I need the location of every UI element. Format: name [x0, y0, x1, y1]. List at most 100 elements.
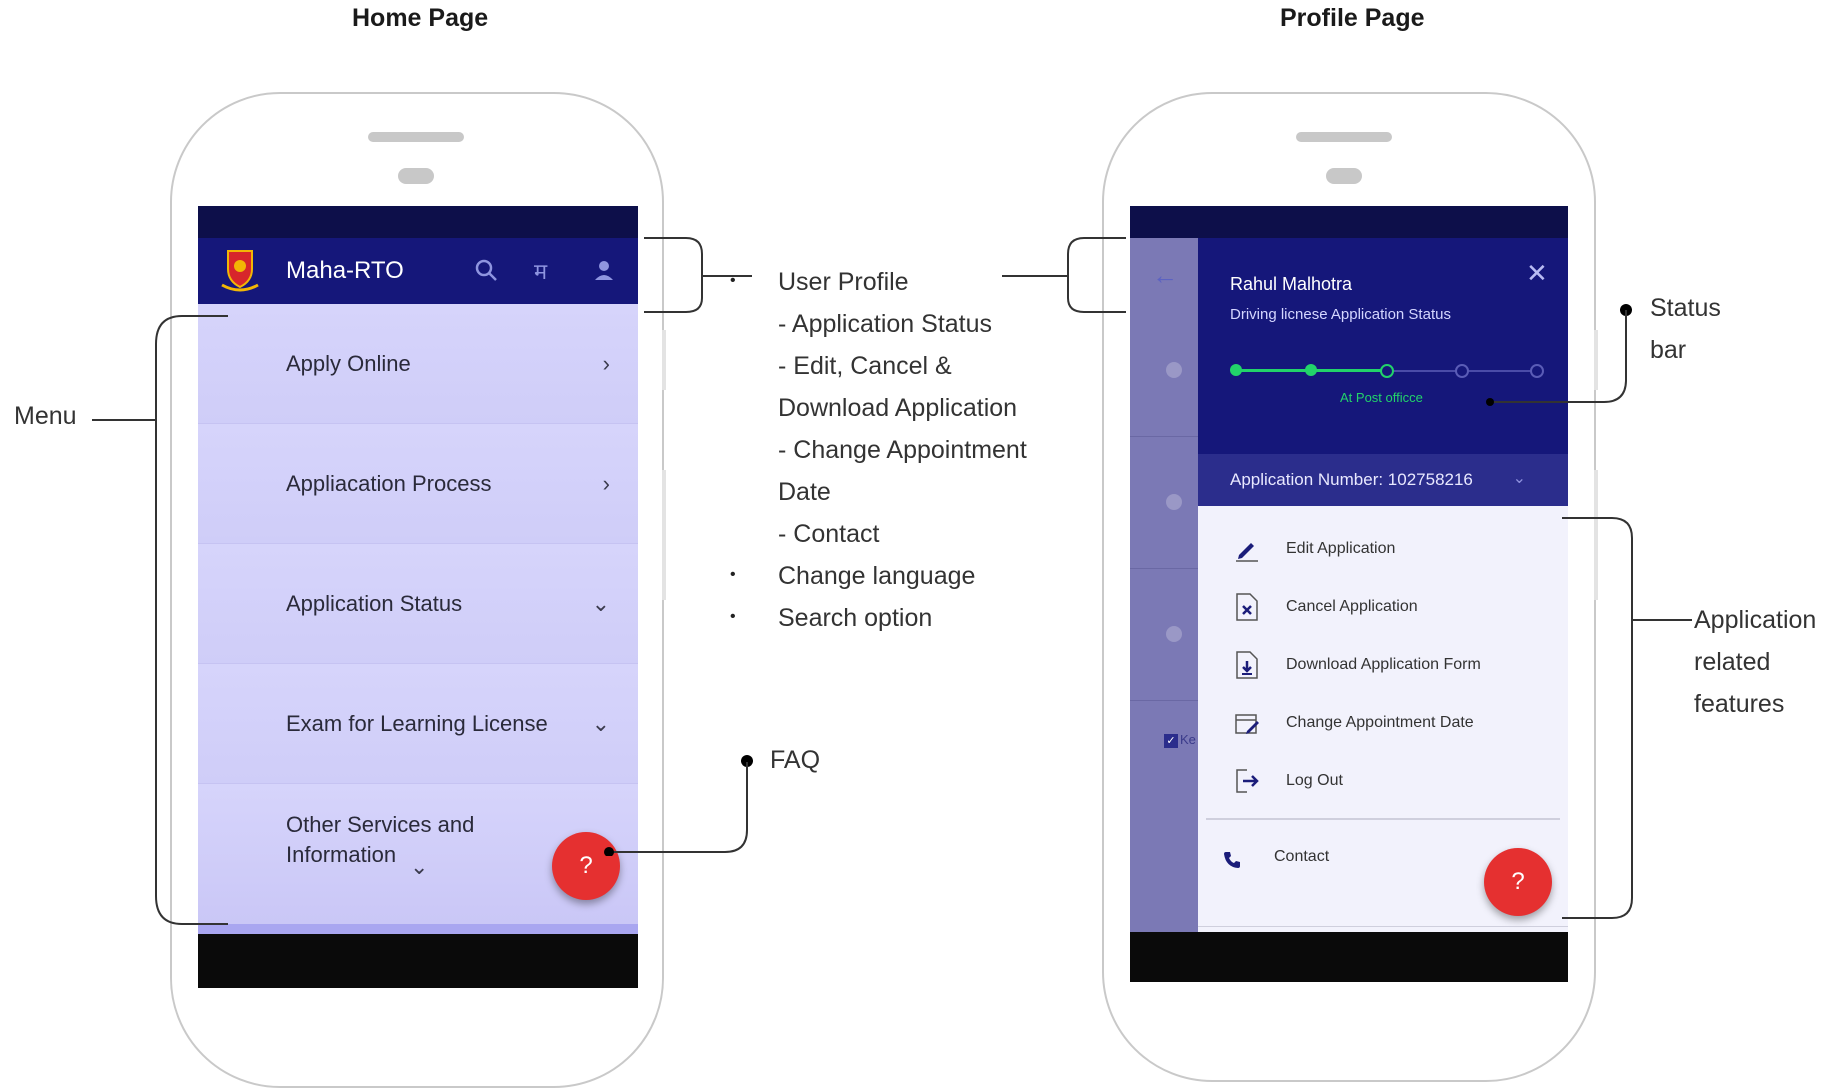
annotation-line: Date — [778, 478, 831, 506]
back-arrow-icon[interactable]: ← — [1152, 260, 1178, 291]
menu-list: Apply Online › Appliacation Process › Ap… — [198, 304, 638, 934]
menu-item-label: Apply Online — [286, 350, 411, 376]
application-number: Application Number: 102758216 — [1230, 470, 1473, 489]
features-bracket — [1562, 517, 1692, 919]
chevron-down-icon: ⌄ — [410, 854, 429, 879]
download-document-icon — [1232, 650, 1262, 680]
menu-bracket — [155, 315, 228, 925]
user-profile-bracket — [644, 237, 752, 313]
contact-label[interactable]: Contact — [1274, 848, 1329, 866]
chevron-down-icon: ⌄ — [1512, 470, 1526, 487]
home-screen: Maha-RTO म Apply Online › Appliacation P… — [198, 206, 638, 988]
status-subtitle: Driving licnese Application Status — [1230, 306, 1451, 323]
cancel-document-icon — [1232, 592, 1262, 622]
search-icon[interactable] — [474, 258, 500, 284]
language-toggle-button[interactable]: म — [534, 256, 547, 286]
menu-annotation-label: Menu — [14, 402, 77, 430]
divider — [1206, 818, 1560, 820]
app-header: Maha-RTO म — [198, 238, 638, 304]
feature-label: Log Out — [1286, 772, 1343, 789]
menu-item-label: Application Status — [286, 590, 463, 616]
application-number-bar[interactable]: Application Number: 102758216 ⌄ — [1198, 454, 1568, 506]
features-annotation: features — [1694, 690, 1785, 718]
chevron-right-icon: › — [602, 350, 610, 376]
features-annotation: related — [1694, 648, 1771, 676]
pencil-icon — [1232, 534, 1262, 564]
dimmed-background: ← ✓ Ke — [1130, 238, 1200, 932]
change-appointment-item[interactable]: Change Appointment Date — [1198, 694, 1568, 752]
radio-icon — [1166, 626, 1182, 642]
feature-label: Cancel Application — [1286, 598, 1418, 615]
home-phone-speaker — [368, 132, 464, 142]
rto-emblem-icon — [220, 249, 260, 293]
status-bar-annotation: Status — [1650, 294, 1721, 322]
stage-label: At Post officce — [1340, 390, 1423, 405]
menu-connector-line — [92, 419, 156, 421]
features-list: Edit Application Cancel Application Down… — [1198, 506, 1568, 932]
user-profile-icon[interactable] — [592, 258, 616, 284]
divider — [1198, 926, 1568, 927]
home-page-title: Home Page — [352, 4, 489, 32]
annotation-line: - Application Status — [778, 310, 993, 338]
faq-connector-line — [604, 762, 748, 856]
status-bar-connector — [1486, 304, 1632, 406]
radio-icon — [1166, 362, 1182, 378]
annotation-line: Download Application — [778, 394, 1018, 422]
status-bar-annotation: bar — [1650, 336, 1687, 364]
close-icon[interactable]: ✕ — [1526, 258, 1548, 289]
edit-application-item[interactable]: Edit Application — [1198, 520, 1568, 578]
annotation-line: - Change Appointment — [778, 436, 1027, 464]
feature-label: Change Appointment Date — [1286, 714, 1474, 731]
menu-item-label: Appliacation Process — [286, 470, 492, 496]
feature-bullet: • — [730, 608, 736, 625]
annotation-line: - Edit, Cancel & — [778, 352, 952, 380]
feature-label: Download Application Form — [1286, 656, 1481, 673]
menu-item-exam-learning-license[interactable]: Exam for Learning License ⌄ — [198, 664, 638, 784]
menu-item-application-process[interactable]: Appliacation Process › — [198, 424, 638, 544]
log-out-item[interactable]: Log Out — [1198, 752, 1568, 810]
menu-item-apply-online[interactable]: Apply Online › — [198, 304, 638, 424]
chevron-down-icon: ⌄ — [591, 590, 610, 616]
menu-item-label: Exam for Learning License — [286, 710, 548, 736]
radio-icon — [1166, 494, 1182, 510]
menu-item-label: Other Services and — [286, 812, 475, 837]
progress-step-pending — [1455, 364, 1469, 378]
cancel-application-item[interactable]: Cancel Application — [1198, 578, 1568, 636]
home-phone-camera — [398, 168, 434, 184]
divider — [1130, 568, 1200, 569]
logout-icon — [1232, 766, 1262, 796]
menu-item-label: Information — [286, 842, 397, 867]
app-name: Maha-RTO — [286, 257, 404, 284]
user-name: Rahul Malhotra — [1230, 274, 1353, 294]
download-application-item[interactable]: Download Application Form — [1198, 636, 1568, 694]
feature-bullet: • — [730, 566, 736, 583]
calendar-edit-icon — [1232, 708, 1262, 738]
status-bar-strip — [198, 206, 638, 238]
home-phone-side-button — [662, 330, 666, 390]
annotation-line: - Contact — [778, 520, 880, 548]
divider — [1130, 700, 1200, 701]
home-phone-side-button — [662, 470, 666, 600]
profile-user-bracket — [1002, 237, 1126, 313]
menu-item-application-status[interactable]: Application Status ⌄ — [198, 544, 638, 664]
progress-step-done — [1305, 364, 1317, 376]
behind-text: Ke — [1180, 732, 1196, 747]
user-profile-annotation: User Profile — [778, 268, 909, 296]
menu-bottom-strip — [198, 924, 638, 934]
faq-button[interactable]: ? — [1484, 848, 1552, 916]
status-bar-strip — [1130, 206, 1568, 238]
chevron-right-icon: › — [602, 470, 610, 496]
feature-label: Edit Application — [1286, 540, 1396, 557]
checkbox-icon: ✓ — [1164, 734, 1178, 748]
profile-phone-speaker — [1296, 132, 1392, 142]
profile-page-title: Profile Page — [1280, 4, 1425, 32]
phone-icon — [1222, 850, 1242, 876]
feature-bullet: • — [730, 272, 736, 289]
chevron-down-icon: ⌄ — [591, 710, 610, 736]
features-annotation: Application — [1694, 606, 1817, 634]
change-language-annotation: Change language — [778, 562, 976, 590]
progress-step-done — [1230, 364, 1242, 376]
faq-annotation-label: FAQ — [770, 746, 821, 774]
search-option-annotation: Search option — [778, 604, 933, 632]
divider — [1130, 436, 1200, 437]
